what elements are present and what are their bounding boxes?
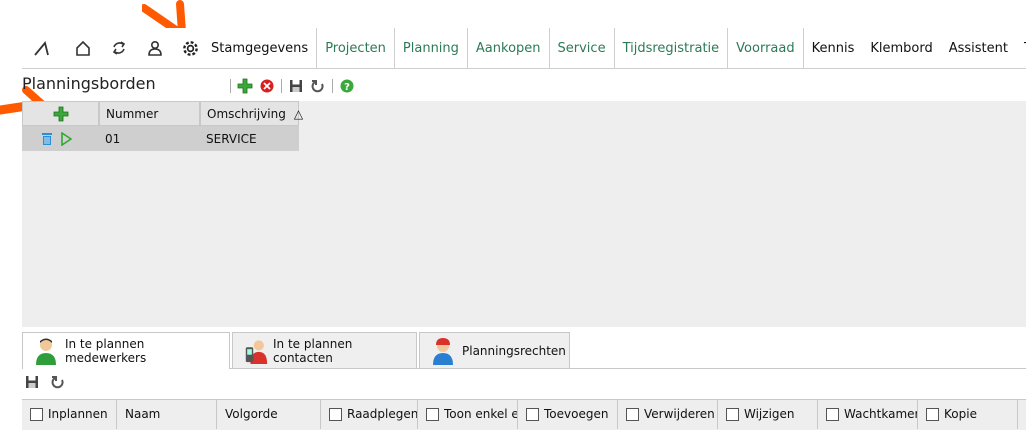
menu-item-stamgegevens[interactable]: Stamgegevens <box>209 28 318 68</box>
column-checkbox[interactable] <box>826 407 839 421</box>
menu-item-tabel[interactable]: Tabel <box>1016 28 1026 68</box>
table-cell-omschrijving[interactable]: SERVICE <box>200 126 299 151</box>
panel-toolbar: ? <box>230 76 355 96</box>
column-header-label: Wachtkamer <box>844 407 918 421</box>
column-header-raadplegen[interactable]: Raadplegen <box>321 399 418 429</box>
tab-contacten[interactable]: In te plannen contacten <box>232 332 417 368</box>
column-checkbox[interactable] <box>30 407 43 421</box>
gear-icon[interactable] <box>180 38 200 58</box>
column-checkbox[interactable] <box>426 407 439 421</box>
menu-item-kennis[interactable]: Kennis <box>804 28 863 68</box>
column-header-nummer[interactable]: Nummer <box>99 101 200 126</box>
bottom-toolbar <box>24 374 66 390</box>
undo-icon[interactable] <box>50 374 66 390</box>
column-header-label: Inplannen <box>48 407 108 421</box>
top-navigation: Stamgegevens Projecten Planning Aankopen Ser… <box>22 28 1026 69</box>
employee-icon <box>33 337 59 365</box>
column-header-label: Verwijderen <box>644 407 715 421</box>
menu-item-service[interactable]: Service <box>550 28 615 68</box>
tab-label: Planningsrechten <box>462 343 566 358</box>
add-row-icon[interactable] <box>53 106 69 122</box>
menu-item-aankopen[interactable]: Aankopen <box>468 28 550 68</box>
table-cell-nummer[interactable]: 01 <box>99 126 200 151</box>
help-icon[interactable]: ? <box>339 78 355 94</box>
column-header-label: Volgorde <box>225 407 278 421</box>
menu-item-tijdsregistratie[interactable]: Tijdsregistratie <box>615 28 729 68</box>
column-header-toevoegen[interactable]: Toevoegen <box>518 399 618 429</box>
tab-planningsrechten[interactable]: Planningsrechten <box>419 332 570 368</box>
user-icon[interactable] <box>145 38 165 58</box>
undo-icon[interactable] <box>310 78 326 94</box>
logo-icon[interactable] <box>32 38 52 58</box>
column-checkbox[interactable] <box>626 407 639 421</box>
sort-indicator[interactable]: △ <box>294 107 303 121</box>
column-header-label: Toon enkel ei <box>444 407 518 421</box>
planner-icon <box>430 337 456 365</box>
column-header-label: Toevoegen <box>544 407 609 421</box>
column-header-label: Omschrijving <box>207 106 286 121</box>
column-header-label: Kopie <box>944 407 977 421</box>
cancel-icon[interactable] <box>259 78 275 94</box>
svg-text:?: ? <box>344 82 350 93</box>
panel-title: Planningsborden <box>22 74 156 93</box>
save-icon[interactable] <box>24 374 40 390</box>
table-row-actions <box>22 126 99 151</box>
sync-icon[interactable] <box>109 38 129 58</box>
column-checkbox[interactable] <box>526 407 539 421</box>
toolbar-separator <box>332 79 333 93</box>
home-icon[interactable] <box>73 38 93 58</box>
toolbar-separator <box>230 79 231 93</box>
main-menu: Stamgegevens Projecten Planning Aankopen Ser… <box>209 28 1026 68</box>
column-header-label: Naam <box>125 407 161 421</box>
column-header-naam[interactable]: Naam <box>117 399 217 429</box>
column-header-wachtkamer[interactable]: Wachtkamer <box>818 399 918 429</box>
contact-icon <box>243 337 269 365</box>
menu-item-klembord[interactable]: Klembord <box>862 28 940 68</box>
save-icon[interactable] <box>288 78 304 94</box>
column-checkbox[interactable] <box>329 407 342 421</box>
menu-item-projecten[interactable]: Projecten <box>317 28 395 68</box>
toolbar-separator <box>281 79 282 93</box>
add-icon[interactable] <box>237 78 253 94</box>
column-header-wijzigen[interactable]: Wijzigen <box>718 399 818 429</box>
menu-item-voorraad[interactable]: Voorraad <box>728 28 804 68</box>
column-header-label: Wijzigen <box>744 407 795 421</box>
tab-medewerkers[interactable]: In te plannen medewerkers <box>22 332 230 369</box>
column-header-verwijderen[interactable]: Verwijderen <box>618 399 718 429</box>
tab-label: In te plannen medewerkers <box>64 337 147 365</box>
column-checkbox[interactable] <box>926 407 939 421</box>
column-header-toon-enkel-ei[interactable]: Toon enkel ei <box>418 399 518 429</box>
column-header-omschrijving[interactable]: Omschrijving △ <box>200 101 303 126</box>
column-checkbox[interactable] <box>726 407 739 421</box>
grid-add-column <box>22 101 99 126</box>
trash-icon[interactable] <box>40 132 54 146</box>
column-header-label: Raadplegen <box>347 407 418 421</box>
column-header-volgorde[interactable]: Volgorde <box>217 399 321 429</box>
menu-item-assistent[interactable]: Assistent <box>941 28 1016 68</box>
column-header-kopie[interactable]: Kopie <box>918 399 1018 429</box>
menu-item-planning[interactable]: Planning <box>395 28 468 68</box>
column-header-inplannen[interactable]: Inplannen <box>22 399 117 429</box>
column-header-label: Nummer <box>106 106 159 121</box>
play-icon[interactable] <box>60 131 72 146</box>
tab-label: In te plannen contacten <box>273 336 353 365</box>
